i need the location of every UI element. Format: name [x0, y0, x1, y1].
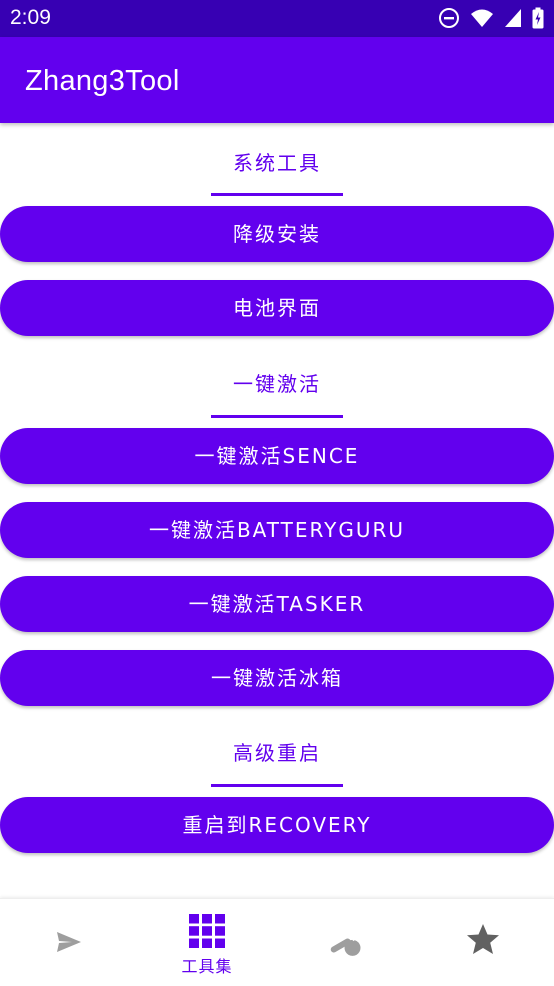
battery-icon — [532, 7, 544, 29]
star-icon — [467, 924, 499, 954]
activate-tasker-button[interactable]: 一键激活TASKER — [0, 576, 554, 632]
wifi-icon — [471, 9, 493, 27]
status-time: 2:09 — [10, 6, 51, 29]
wrench-icon — [330, 932, 361, 956]
section-header-one-click-activate: 一键激活 — [233, 372, 321, 396]
nav-item-tools[interactable] — [276, 899, 414, 986]
activate-icebox-button[interactable]: 一键激活冰箱 — [0, 650, 554, 706]
nav-item-toolset[interactable]: 工具集 — [138, 899, 276, 986]
nav-label-toolset: 工具集 — [181, 957, 233, 976]
do-not-disturb-icon — [439, 8, 459, 28]
nav-item-send[interactable] — [0, 899, 138, 986]
activate-scene-button[interactable]: 一键激活SENCE — [0, 428, 554, 484]
signal-icon — [505, 9, 521, 27]
send-icon — [57, 932, 81, 952]
status-icons — [438, 7, 544, 29]
battery-screen-button[interactable]: 电池界面 — [0, 280, 554, 336]
downgrade-install-button[interactable]: 降级安装 — [0, 206, 554, 262]
app-bar: Zhang3Tool — [0, 37, 554, 123]
section-underline — [211, 193, 343, 196]
bottom-navigation: 工具集 — [0, 898, 554, 986]
section-underline — [211, 415, 343, 418]
activate-batteryguru-button[interactable]: 一键激活BATTERYGURU — [0, 502, 554, 558]
grid-icon — [189, 914, 225, 948]
app-title: Zhang3Tool — [25, 65, 180, 97]
section-header-system-tools: 系统工具 — [233, 151, 321, 175]
reboot-recovery-button[interactable]: 重启到RECOVERY — [0, 797, 554, 853]
status-bar: 2:09 — [0, 0, 554, 37]
section-header-advanced-reboot: 高级重启 — [233, 741, 321, 765]
nav-item-favorites[interactable] — [414, 899, 552, 986]
section-underline — [211, 784, 343, 787]
